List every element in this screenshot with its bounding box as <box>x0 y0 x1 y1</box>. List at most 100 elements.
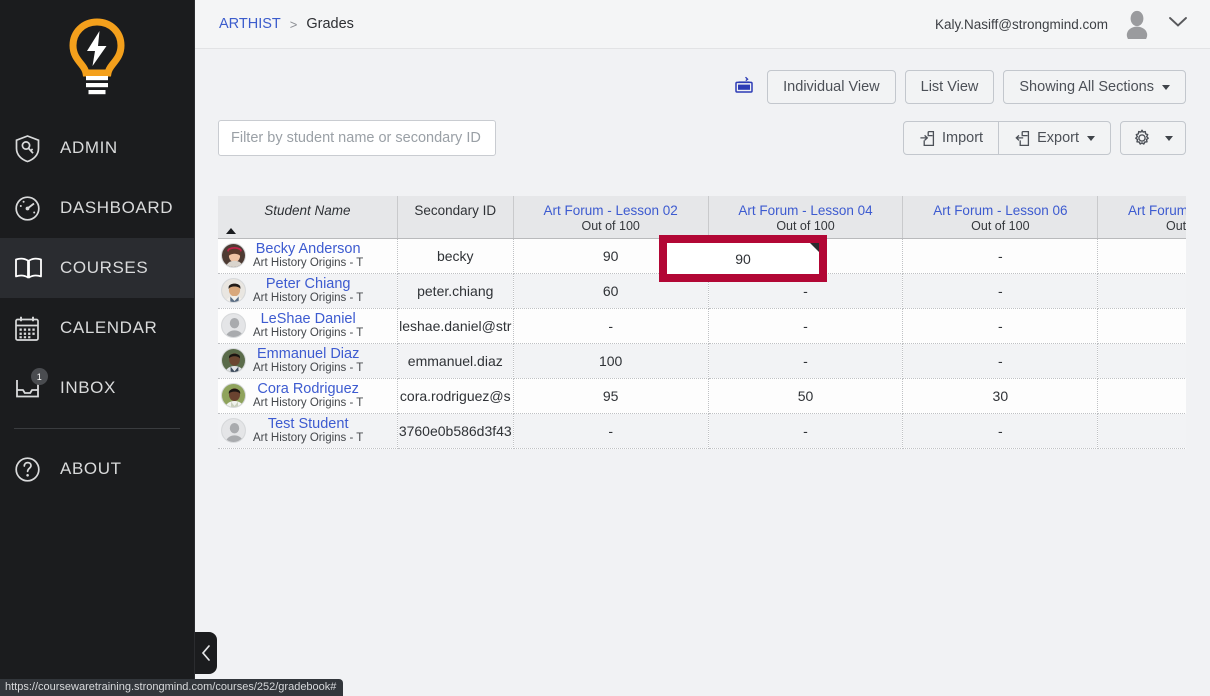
column-header-assignment-3[interactable]: Art Forum - Lesson 08 Out of 100 <box>1097 196 1186 239</box>
inbox-badge: 1 <box>31 368 48 385</box>
secondary-id-cell: leshae.daniel@str <box>397 308 514 344</box>
main-content: ARTHIST > Grades Kaly.Nasiff@strongmind.… <box>195 0 1210 696</box>
export-button[interactable]: Export <box>998 121 1111 155</box>
chevron-down-icon[interactable] <box>1168 15 1188 33</box>
lightbulb-logo-icon <box>69 18 125 95</box>
column-header-assignment-1[interactable]: Art Forum - Lesson 04 Out of 100 <box>708 196 904 239</box>
student-name-cell: Peter Chiang Art History Origins - T <box>218 273 398 309</box>
grade-cell[interactable]: - <box>1097 343 1186 379</box>
student-name-link[interactable]: Test Student <box>253 417 363 432</box>
list-view-button[interactable]: List View <box>904 70 995 104</box>
search-input[interactable] <box>218 120 496 156</box>
cell-comment-indicator-icon <box>810 243 819 252</box>
student-section: Art History Origins - T <box>253 256 364 269</box>
student-section: Art History Origins - T <box>253 361 364 374</box>
individual-view-button[interactable]: Individual View <box>767 70 896 104</box>
grade-cell[interactable]: - <box>1097 273 1186 309</box>
student-name-link[interactable]: Peter Chiang <box>253 277 363 292</box>
sidebar-nav: ADMIN DASHBOARD COURSES CALENDAR 1 INBOX… <box>0 118 194 499</box>
avatar <box>221 348 246 373</box>
view-toolbar: Individual View List View Showing All Se… <box>195 49 1210 104</box>
secondary-id-cell: emmanuel.diaz <box>397 343 514 379</box>
gauge-icon <box>14 191 54 225</box>
breadcrumb-separator: > <box>289 16 298 32</box>
avatar <box>221 313 246 338</box>
grade-cell[interactable]: - <box>902 413 1099 449</box>
sections-label: Showing All Sections <box>1019 79 1154 95</box>
sidebar-item-label: DASHBOARD <box>60 198 174 217</box>
user-email: Kaly.Nasiff@strongmind.com <box>934 16 1108 32</box>
column-title: Art Forum - Lesson 08 <box>1128 203 1186 218</box>
avatar <box>221 243 246 268</box>
column-header-assignment-2[interactable]: Art Forum - Lesson 06 Out of 100 <box>902 196 1099 239</box>
showing-all-sections-dropdown[interactable]: Showing All Sections <box>1003 70 1186 104</box>
grade-cell[interactable]: - <box>902 308 1099 344</box>
column-title: Art Forum - Lesson 06 <box>933 203 1068 218</box>
sidebar-item-courses[interactable]: COURSES <box>0 238 194 298</box>
secondary-id-cell: cora.rodriguez@s <box>397 378 514 414</box>
export-label: Export <box>1037 130 1079 146</box>
grade-cell[interactable]: - <box>902 238 1099 274</box>
sidebar-item-admin[interactable]: ADMIN <box>0 118 194 178</box>
chevron-down-icon <box>1165 135 1173 141</box>
sidebar-divider <box>14 428 180 429</box>
breadcrumb-root[interactable]: ARTHIST <box>219 16 281 32</box>
top-bar: ARTHIST > Grades Kaly.Nasiff@strongmind.… <box>195 0 1210 49</box>
grade-cell[interactable]: 30 <box>902 378 1099 414</box>
filter-toolbar-actions: Import Export <box>902 121 1186 155</box>
sidebar-collapse-handle[interactable] <box>195 632 217 674</box>
grade-cell[interactable]: - <box>902 273 1099 309</box>
student-name-cell: Becky Anderson Art History Origins - T <box>218 238 398 274</box>
student-name-cell: Test Student Art History Origins - T <box>218 413 398 449</box>
avatar <box>221 278 246 303</box>
grade-cell[interactable]: - <box>513 308 709 344</box>
grade-cell[interactable]: - <box>1097 378 1186 414</box>
grade-cell[interactable]: - <box>708 308 904 344</box>
sidebar-item-label: COURSES <box>60 258 149 277</box>
grade-cell[interactable]: 95 <box>513 378 709 414</box>
inbox-icon: 1 <box>14 368 54 405</box>
column-header-student-name[interactable]: Student Name <box>218 196 398 239</box>
grade-cell[interactable]: - <box>708 343 904 379</box>
column-header-assignment-0[interactable]: Art Forum - Lesson 02 Out of 100 <box>513 196 709 239</box>
student-name-link[interactable]: LeShae Daniel <box>253 312 363 327</box>
app-logo[interactable] <box>0 0 194 118</box>
sidebar-item-about[interactable]: ABOUT <box>0 439 194 499</box>
keyboard-shortcuts-icon[interactable] <box>734 76 754 99</box>
student-section: Art History Origins - T <box>253 326 364 339</box>
grade-cell[interactable]: - <box>708 413 904 449</box>
secondary-id-cell: becky <box>397 238 514 274</box>
column-points: Out of 100 <box>581 219 640 233</box>
grade-cell[interactable]: - <box>902 343 1099 379</box>
grade-cell[interactable]: 100 <box>513 343 709 379</box>
column-header-secondary-id[interactable]: Secondary ID <box>397 196 514 239</box>
selected-grade-cell[interactable]: 90 <box>659 235 827 282</box>
grade-cell[interactable]: - <box>1097 413 1186 449</box>
sidebar-item-calendar[interactable]: CALENDAR <box>0 298 194 358</box>
gradebook-settings-button[interactable] <box>1120 121 1186 155</box>
grade-cell[interactable]: - <box>513 413 709 449</box>
student-name-link[interactable]: Becky Anderson <box>253 242 363 257</box>
import-button[interactable]: Import <box>902 121 1000 155</box>
column-title: Student Name <box>264 203 351 218</box>
import-label: Import <box>941 130 984 146</box>
sidebar-item-inbox[interactable]: 1 INBOX <box>0 358 194 418</box>
avatar <box>221 383 246 408</box>
status-bar-url: https://coursewaretraining.strongmind.co… <box>0 679 344 696</box>
avatar[interactable] <box>1122 9 1152 44</box>
grade-cell[interactable]: - <box>1097 238 1186 274</box>
column-points: Out of 100 <box>1166 219 1186 233</box>
table-header-row: Student Name Secondary ID Art Forum - Le… <box>218 196 1186 239</box>
table-row: Cora Rodriguez Art History Origins - T c… <box>218 378 1186 414</box>
sidebar-item-dashboard[interactable]: DASHBOARD <box>0 178 194 238</box>
grade-cell[interactable]: 50 <box>708 378 904 414</box>
student-section: Art History Origins - T <box>253 291 364 304</box>
sidebar: ADMIN DASHBOARD COURSES CALENDAR 1 INBOX… <box>0 0 195 696</box>
grade-cell[interactable]: - <box>1097 308 1186 344</box>
student-name-link[interactable]: Cora Rodriguez <box>253 382 363 397</box>
shield-key-icon <box>14 131 54 165</box>
top-bar-user-area: Kaly.Nasiff@strongmind.com <box>934 9 1210 44</box>
column-title: Secondary ID <box>414 203 497 218</box>
student-name-link[interactable]: Emmanuel Diaz <box>253 347 363 362</box>
sidebar-item-label: CALENDAR <box>60 318 158 337</box>
